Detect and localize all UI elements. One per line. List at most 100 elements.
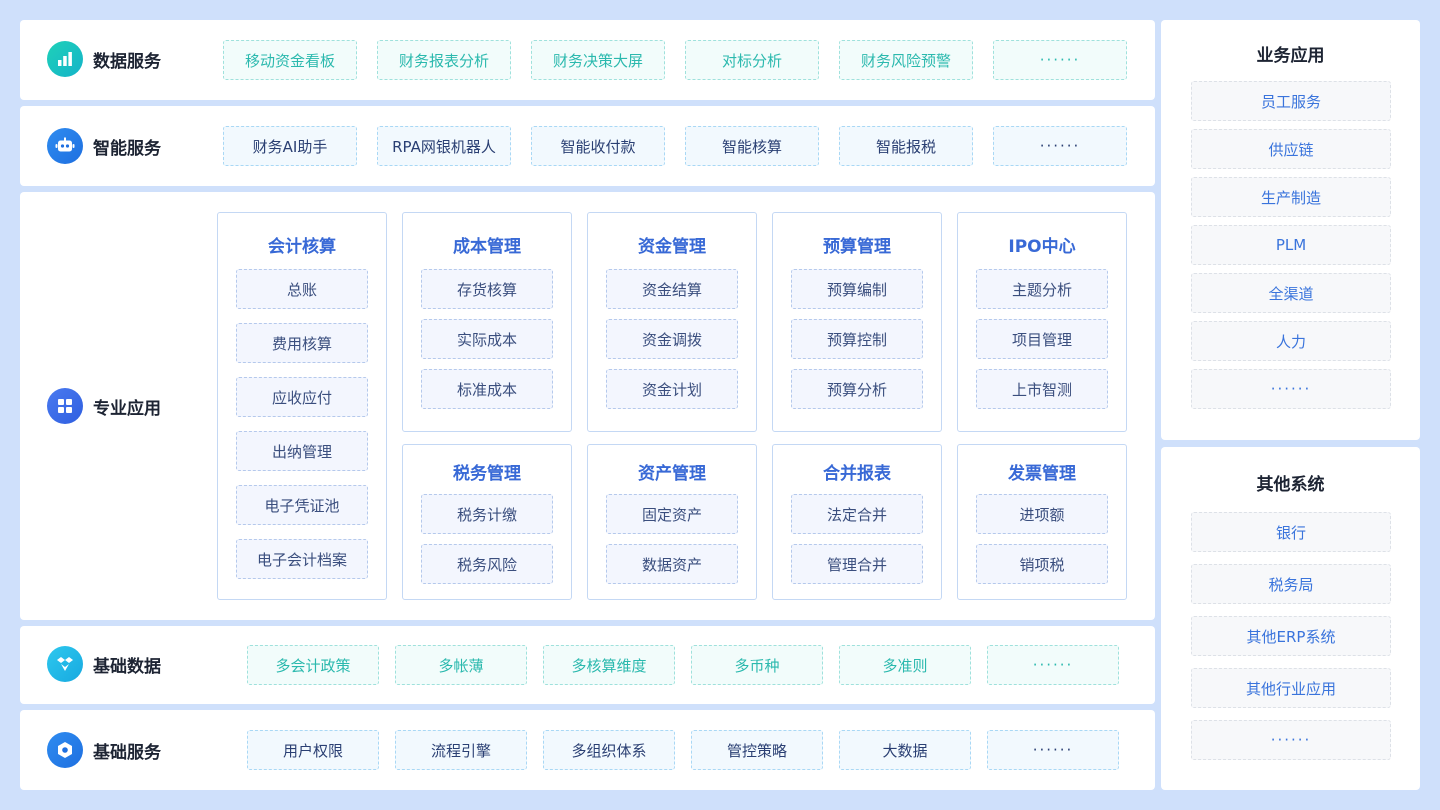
module-item[interactable]: 存货核算 [421, 269, 553, 309]
module-item[interactable]: 固定资产 [606, 494, 738, 534]
base-data-item[interactable]: 多会计政策 [247, 645, 379, 685]
smart-services-header: 智能服务 [47, 128, 161, 164]
module-item[interactable]: 预算分析 [791, 369, 923, 409]
other-system-item[interactable]: 税务局 [1191, 564, 1391, 604]
base-data-item[interactable]: 多准则 [839, 645, 971, 685]
module-title: 资产管理 [638, 464, 706, 484]
other-systems-title: 其他系统 [1256, 475, 1325, 495]
data-service-item[interactable]: 财务决策大屏 [531, 40, 665, 80]
module-item[interactable]: 销项税 [976, 544, 1108, 584]
module-item[interactable]: 管理合并 [791, 544, 923, 584]
module-ipo: IPO中心 主题分析 项目管理 上市智测 [957, 212, 1127, 432]
module-cost: 成本管理 存货核算 实际成本 标准成本 [402, 212, 572, 432]
smart-services-panel: 智能服务 财务AI助手 RPA网银机器人 智能收付款 智能核算 智能报税 ···… [20, 106, 1155, 186]
base-data-item[interactable]: 多核算维度 [543, 645, 675, 685]
module-item[interactable]: 总账 [236, 269, 368, 309]
base-services-panel: 基础服务 用户权限 流程引擎 多组织体系 管控策略 大数据 ······ [20, 710, 1155, 790]
module-tax: 税务管理 税务计缴 税务风险 [402, 444, 572, 600]
module-item[interactable]: 法定合并 [791, 494, 923, 534]
data-services-title: 数据服务 [93, 51, 161, 72]
smart-service-item[interactable]: 智能核算 [685, 126, 819, 166]
base-service-item[interactable]: 管控策略 [691, 730, 823, 770]
module-item[interactable]: 标准成本 [421, 369, 553, 409]
module-title: 会计核算 [268, 237, 336, 257]
base-service-item[interactable]: 用户权限 [247, 730, 379, 770]
module-title: IPO中心 [1008, 237, 1076, 257]
base-data-item[interactable]: 多币种 [691, 645, 823, 685]
data-service-item[interactable]: 对标分析 [685, 40, 819, 80]
smart-service-more[interactable]: ······ [993, 126, 1127, 166]
data-service-more[interactable]: ······ [993, 40, 1127, 80]
business-app-item[interactable]: 人力 [1191, 321, 1391, 361]
module-item[interactable]: 数据资产 [606, 544, 738, 584]
module-title: 税务管理 [453, 464, 521, 484]
business-app-more[interactable]: ······ [1191, 369, 1391, 409]
business-app-item[interactable]: PLM [1191, 225, 1391, 265]
module-item[interactable]: 实际成本 [421, 319, 553, 359]
module-item[interactable]: 资金调拨 [606, 319, 738, 359]
base-services-title: 基础服务 [93, 742, 161, 763]
base-service-item[interactable]: 流程引擎 [395, 730, 527, 770]
base-service-more[interactable]: ······ [987, 730, 1119, 770]
module-title: 合并报表 [823, 464, 891, 484]
base-data-header: 基础数据 [47, 646, 161, 682]
other-system-more[interactable]: ······ [1191, 720, 1391, 760]
gear-icon [47, 732, 83, 768]
module-title: 发票管理 [1008, 464, 1076, 484]
base-service-item[interactable]: 大数据 [839, 730, 971, 770]
grid-icon [47, 388, 83, 424]
module-item[interactable]: 上市智测 [976, 369, 1108, 409]
module-title: 成本管理 [453, 237, 521, 257]
module-item[interactable]: 预算编制 [791, 269, 923, 309]
module-treasury: 资金管理 资金结算 资金调拨 资金计划 [587, 212, 757, 432]
module-item[interactable]: 主题分析 [976, 269, 1108, 309]
business-app-item[interactable]: 员工服务 [1191, 81, 1391, 121]
module-assets: 资产管理 固定资产 数据资产 [587, 444, 757, 600]
other-systems-panel: 其他系统 银行 税务局 其他ERP系统 其他行业应用 ······ [1161, 447, 1420, 790]
base-services-header: 基础服务 [47, 732, 161, 768]
base-data-title: 基础数据 [93, 656, 161, 677]
data-service-item[interactable]: 移动资金看板 [223, 40, 357, 80]
layers-icon [47, 646, 83, 682]
business-apps-panel: 业务应用 员工服务 供应链 生产制造 PLM 全渠道 人力 ······ [1161, 20, 1420, 440]
module-budget: 预算管理 预算编制 预算控制 预算分析 [772, 212, 942, 432]
data-service-item[interactable]: 财务报表分析 [377, 40, 511, 80]
module-item[interactable]: 电子凭证池 [236, 485, 368, 525]
robot-icon [47, 128, 83, 164]
other-system-item[interactable]: 银行 [1191, 512, 1391, 552]
bar-chart-icon [47, 41, 83, 77]
smart-service-item[interactable]: RPA网银机器人 [377, 126, 511, 166]
module-item[interactable]: 税务风险 [421, 544, 553, 584]
module-item[interactable]: 税务计缴 [421, 494, 553, 534]
module-item[interactable]: 费用核算 [236, 323, 368, 363]
business-app-item[interactable]: 全渠道 [1191, 273, 1391, 313]
pro-apps-panel: 专业应用 会计核算 总账 费用核算 应收应付 出纳管理 电子凭证池 电子会计档案… [20, 192, 1155, 620]
other-system-item[interactable]: 其他行业应用 [1191, 668, 1391, 708]
module-item[interactable]: 进项额 [976, 494, 1108, 534]
module-item[interactable]: 资金结算 [606, 269, 738, 309]
smart-service-item[interactable]: 智能报税 [839, 126, 973, 166]
data-services-header: 数据服务 [47, 41, 161, 77]
base-data-item[interactable]: 多帐薄 [395, 645, 527, 685]
business-app-item[interactable]: 生产制造 [1191, 177, 1391, 217]
base-data-panel: 基础数据 多会计政策 多帐薄 多核算维度 多币种 多准则 ······ [20, 626, 1155, 704]
module-consolidation: 合并报表 法定合并 管理合并 [772, 444, 942, 600]
module-title: 资金管理 [638, 237, 706, 257]
module-item[interactable]: 应收应付 [236, 377, 368, 417]
data-services-panel: 数据服务 移动资金看板 财务报表分析 财务决策大屏 对标分析 财务风险预警 ··… [20, 20, 1155, 100]
smart-service-item[interactable]: 财务AI助手 [223, 126, 357, 166]
module-item[interactable]: 资金计划 [606, 369, 738, 409]
module-accounting: 会计核算 总账 费用核算 应收应付 出纳管理 电子凭证池 电子会计档案 [217, 212, 387, 600]
base-data-more[interactable]: ······ [987, 645, 1119, 685]
smart-service-item[interactable]: 智能收付款 [531, 126, 665, 166]
module-item[interactable]: 项目管理 [976, 319, 1108, 359]
module-item[interactable]: 预算控制 [791, 319, 923, 359]
module-item[interactable]: 电子会计档案 [236, 539, 368, 579]
other-system-item[interactable]: 其他ERP系统 [1191, 616, 1391, 656]
data-service-item[interactable]: 财务风险预警 [839, 40, 973, 80]
module-item[interactable]: 出纳管理 [236, 431, 368, 471]
base-service-item[interactable]: 多组织体系 [543, 730, 675, 770]
module-title: 预算管理 [823, 237, 891, 257]
smart-services-title: 智能服务 [93, 138, 161, 159]
business-app-item[interactable]: 供应链 [1191, 129, 1391, 169]
